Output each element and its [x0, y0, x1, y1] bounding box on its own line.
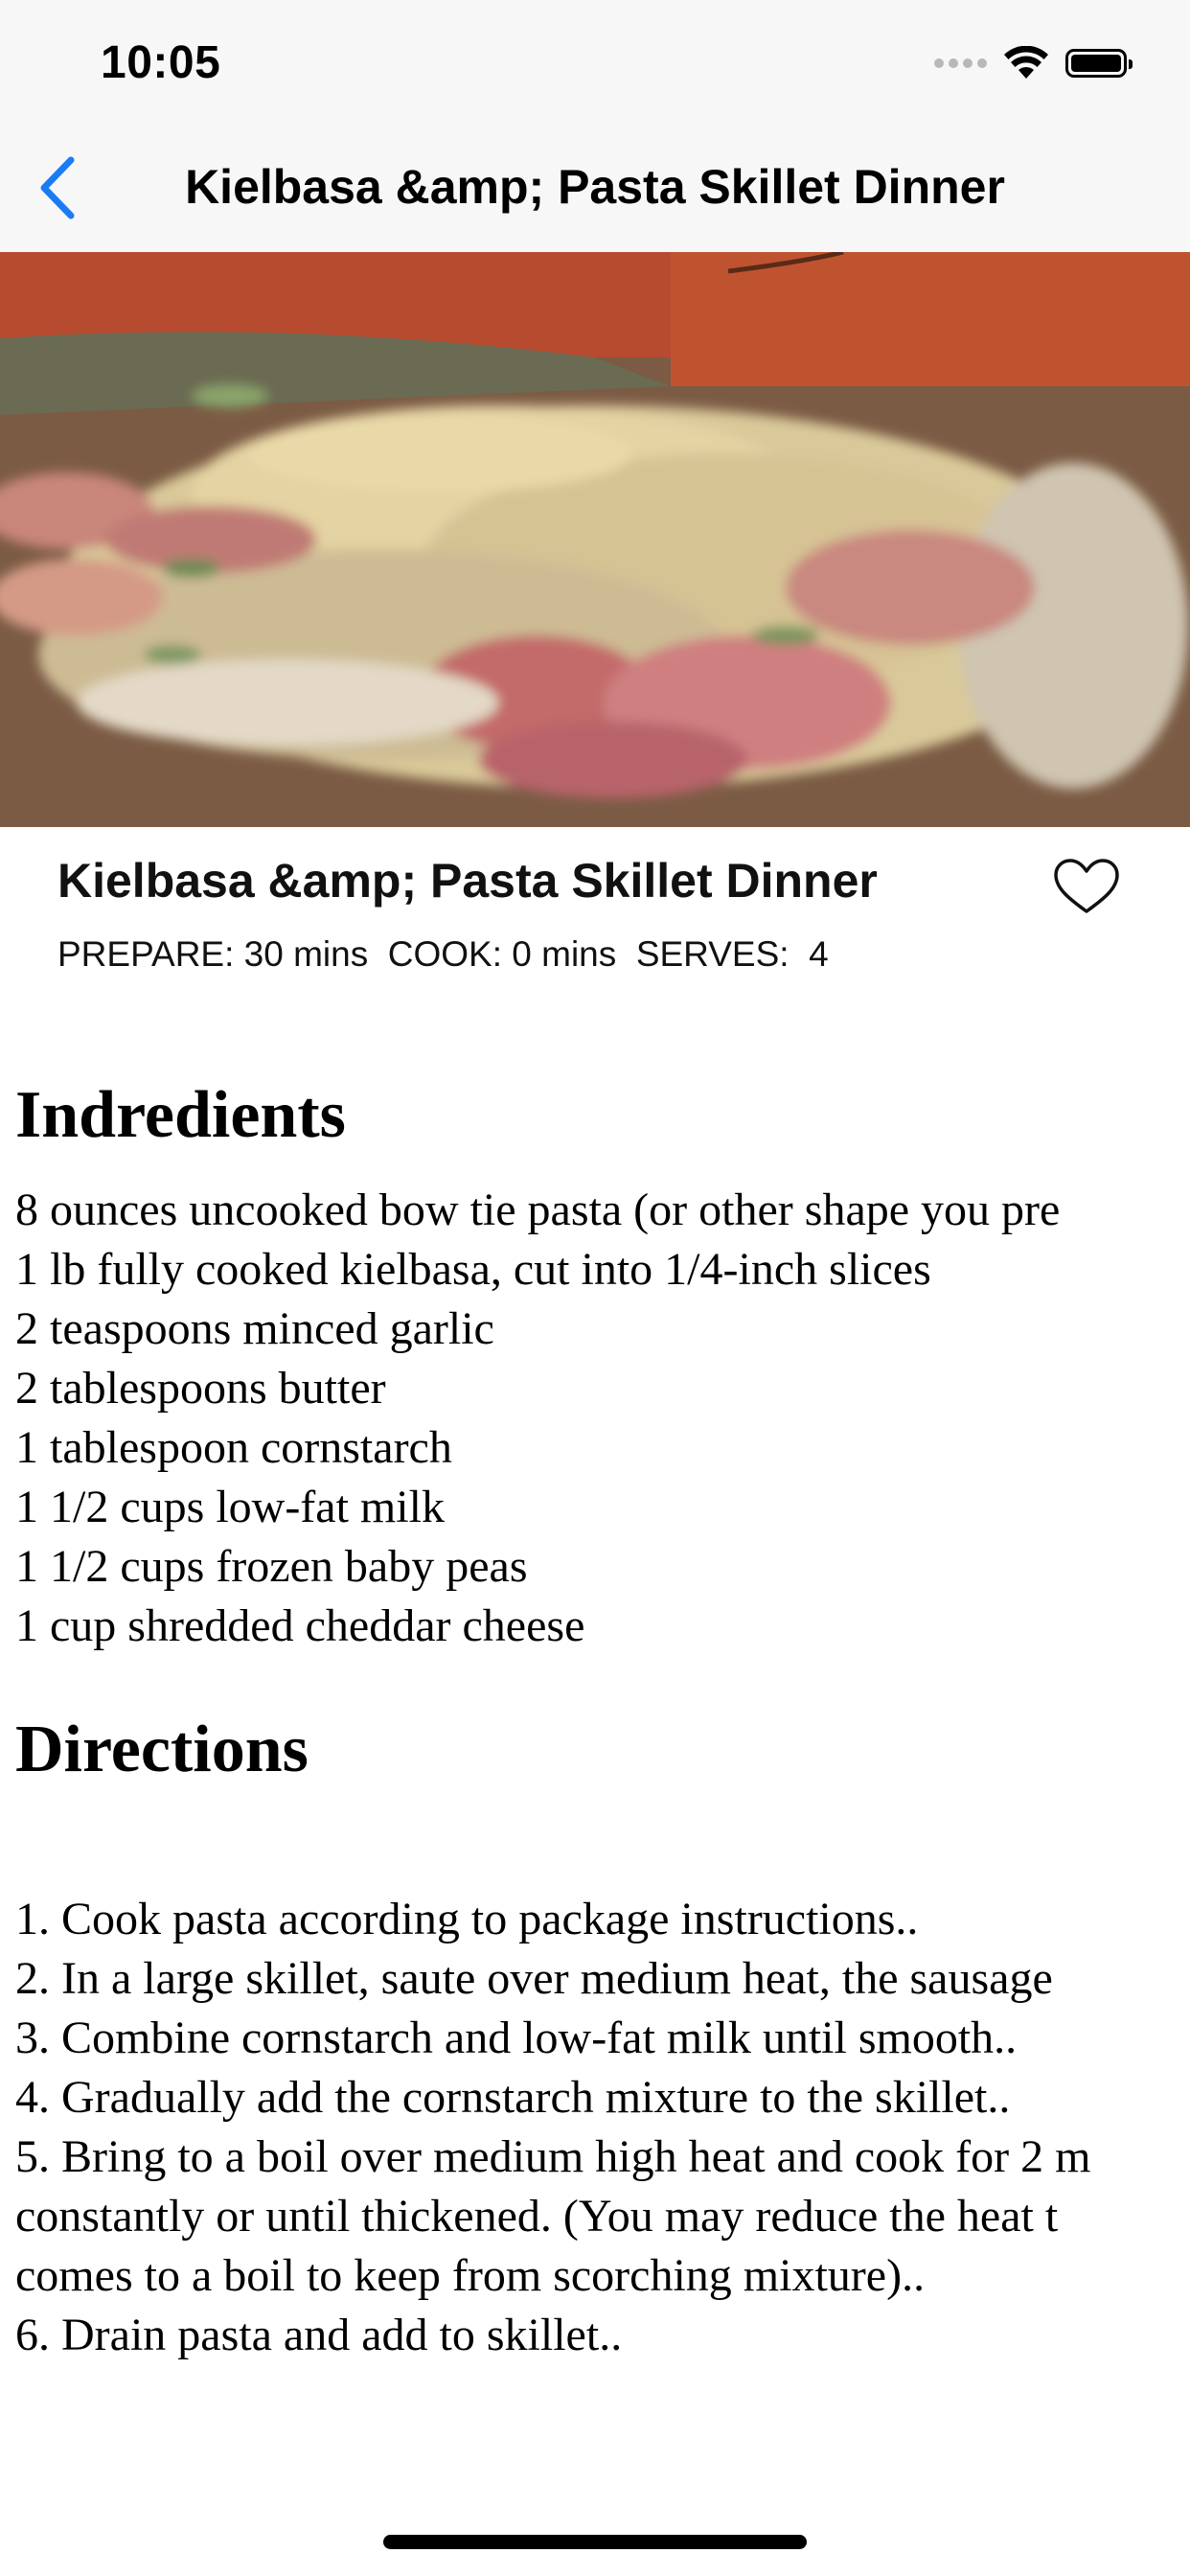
- recipe-photo: [0, 252, 1190, 827]
- ingredient-item: 2 tablespoons butter: [15, 1363, 386, 1414]
- home-indicator[interactable]: [383, 2535, 807, 2549]
- heart-icon: [1054, 859, 1119, 913]
- status-time: 10:05: [101, 37, 221, 88]
- back-button[interactable]: [29, 153, 86, 222]
- cook-time: COOK: 0 mins: [387, 934, 617, 974]
- directions-heading: Directions: [15, 1713, 309, 1786]
- ingredients-list: 8 ounces uncooked bow tie pasta (or othe…: [15, 1181, 1190, 1656]
- recipe-meta: PREPARE: 30 mins COOK: 0 mins SERVES: 4: [57, 934, 829, 975]
- recipe-content[interactable]: Indredients 8 ounces uncooked bow tie pa…: [15, 1054, 1190, 2372]
- chevron-left-icon: [40, 156, 75, 219]
- direction-step: 5. Bring to a boil over medium high heat…: [15, 2131, 1091, 2182]
- ingredients-heading: Indredients: [15, 1078, 346, 1152]
- direction-step: 3. Combine cornstarch and low-fat milk u…: [15, 2012, 1018, 2063]
- direction-step: 2. In a large skillet, saute over medium…: [15, 1953, 1053, 2004]
- top-bar: 10:05 Kielbasa &amp; Pasta Skillet Dinne…: [0, 0, 1190, 252]
- nav-title: Kielbasa &amp; Pasta Skillet Dinner: [185, 160, 1005, 214]
- direction-step: comes to a boil to keep from scorching m…: [15, 2250, 926, 2301]
- ingredient-item: 2 teaspoons minced garlic: [15, 1303, 494, 1354]
- ingredient-item: 8 ounces uncooked bow tie pasta (or othe…: [15, 1184, 1061, 1235]
- direction-step: constantly or until thickened. (You may …: [15, 2191, 1059, 2242]
- direction-step: 4. Gradually add the cornstarch mixture …: [15, 2072, 1011, 2123]
- recipe-title: Kielbasa &amp; Pasta Skillet Dinner: [57, 854, 878, 908]
- prepare-time: PREPARE: 30 mins: [57, 934, 369, 974]
- favorite-button[interactable]: [1048, 856, 1125, 917]
- direction-step: 1. Cook pasta according to package instr…: [15, 1894, 919, 1944]
- cellular-signal-icon: [934, 58, 987, 68]
- ingredient-item: 1 1/2 cups frozen baby peas: [15, 1541, 528, 1592]
- ingredient-item: 1 1/2 cups low-fat milk: [15, 1482, 445, 1532]
- ingredient-item: 1 lb fully cooked kielbasa, cut into 1/4…: [15, 1244, 931, 1295]
- status-icons: [934, 44, 1133, 82]
- directions-list: 1. Cook pasta according to package instr…: [15, 1890, 1190, 2365]
- direction-step: 6. Drain pasta and add to skillet..: [15, 2310, 623, 2360]
- wifi-icon: [1004, 46, 1048, 79]
- serves-count: SERVES: 4: [635, 934, 829, 974]
- ingredient-item: 1 tablespoon cornstarch: [15, 1422, 452, 1473]
- ingredient-item: 1 cup shredded cheddar cheese: [15, 1600, 585, 1651]
- battery-icon: [1065, 49, 1133, 78]
